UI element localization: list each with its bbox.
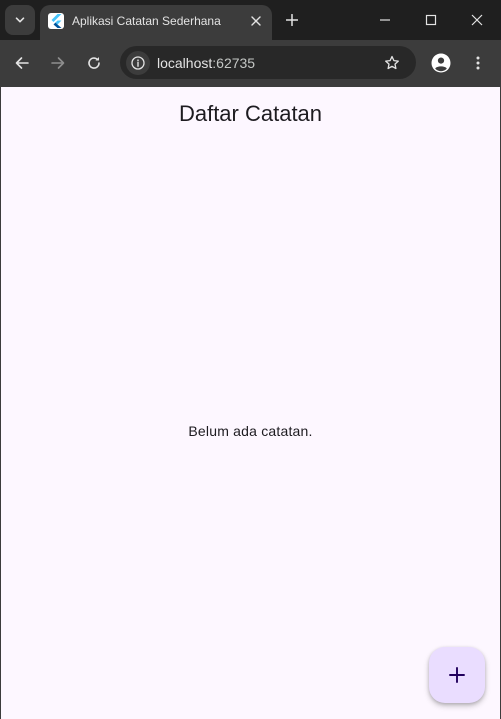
url-port: :62735 — [212, 55, 256, 71]
address-bar[interactable]: localhost:62735 — [120, 46, 416, 79]
back-button[interactable] — [8, 49, 36, 77]
browser-tab[interactable]: Aplikasi Catatan Sederhana — [40, 5, 272, 40]
new-tab-button[interactable] — [280, 8, 304, 32]
add-note-button[interactable] — [429, 647, 485, 703]
browser-tab-strip: Aplikasi Catatan Sederhana — [0, 0, 501, 40]
app-bar-title: Daftar Catatan — [178, 101, 323, 126]
forward-button[interactable] — [44, 49, 72, 77]
close-tab-button[interactable] — [246, 11, 266, 31]
plus-icon — [286, 14, 298, 26]
browser-toolbar: localhost:62735 — [0, 40, 501, 87]
empty-state-message: Belum ada catatan. — [188, 423, 313, 439]
close-icon — [471, 14, 483, 26]
flutter-icon — [48, 13, 64, 29]
minimize-icon — [380, 19, 390, 21]
bookmark-button[interactable] — [380, 51, 404, 75]
kebab-menu-icon — [476, 56, 480, 70]
maximize-icon — [425, 14, 437, 26]
star-icon — [385, 55, 399, 70]
arrow-left-icon — [15, 57, 29, 69]
url-host: localhost — [157, 55, 213, 71]
profile-button[interactable] — [427, 49, 455, 77]
plus-icon — [449, 667, 465, 683]
reload-icon — [88, 57, 100, 69]
minimize-button[interactable] — [362, 0, 408, 40]
close-icon — [251, 16, 261, 26]
app-viewport: Daftar Catatan Belum ada catatan. — [0, 87, 500, 719]
tab-title: Aplikasi Catatan Sederhana — [72, 14, 221, 28]
tab-search-button[interactable] — [5, 5, 35, 35]
browser-menu-button[interactable] — [464, 49, 492, 77]
close-window-button[interactable] — [454, 0, 500, 40]
arrow-right-icon — [51, 57, 65, 69]
url-text: localhost:62735 — [157, 55, 255, 71]
reload-button[interactable] — [80, 49, 108, 77]
info-icon — [131, 56, 145, 70]
chevron-down-icon — [15, 17, 25, 23]
site-info-button[interactable] — [126, 51, 150, 75]
maximize-button[interactable] — [408, 0, 454, 40]
profile-icon — [431, 53, 451, 73]
